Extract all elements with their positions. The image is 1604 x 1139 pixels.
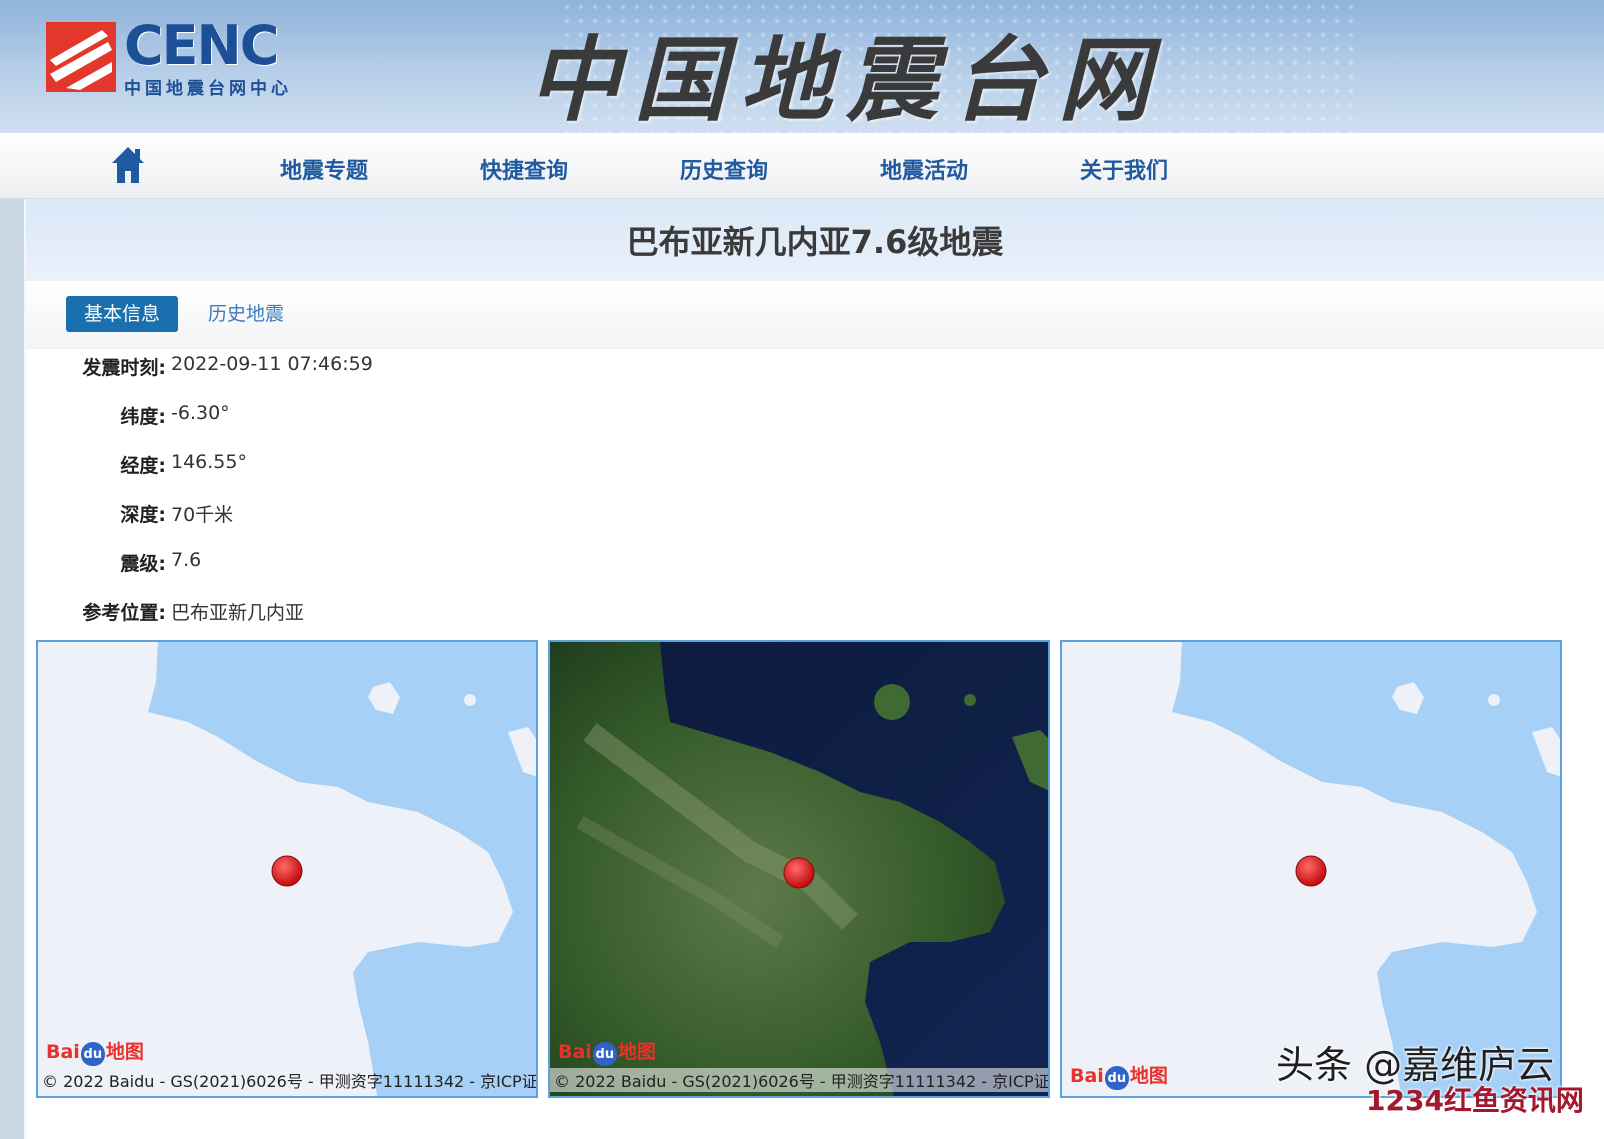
tab-basic-info[interactable]: 基本信息 bbox=[66, 296, 178, 332]
info-label: 参考位置: bbox=[82, 602, 166, 624]
info-row-depth: 深度: 70千米 bbox=[26, 500, 726, 530]
map-satellite-center[interactable]: Bai du 地图 © 2022 Baidu - GS(2021)6026号 - 甲… bbox=[548, 640, 1050, 1098]
baidu-logo[interactable]: Bai du 地图 bbox=[1070, 1061, 1168, 1090]
info-value: 2022-09-11 07:46:59 bbox=[171, 353, 373, 375]
baidu-logo[interactable]: Bai du 地图 bbox=[558, 1037, 656, 1066]
title-bar: 巴布亚新几内亚7.6级地震 bbox=[26, 199, 1604, 281]
map-road-left[interactable]: Bai du 地图 © 2022 Baidu - GS(2021)6026号 - 甲… bbox=[36, 640, 538, 1098]
info-row-longitude: 经度: 146.55° bbox=[26, 451, 726, 481]
tab-history-quakes[interactable]: 历史地震 bbox=[192, 296, 300, 332]
info-label: 经度: bbox=[120, 455, 166, 477]
info-label: 震级: bbox=[120, 553, 166, 575]
info-row-time: 发震时刻: 2022-09-11 07:46:59 bbox=[26, 353, 726, 383]
info-row-location: 参考位置: 巴布亚新几内亚 bbox=[26, 598, 726, 628]
info-value: 巴布亚新几内亚 bbox=[171, 602, 305, 624]
nav-item-activity[interactable]: 地震活动 bbox=[880, 153, 968, 185]
watermark-site: 1234红鱼资讯网 bbox=[1366, 1084, 1584, 1117]
home-icon[interactable] bbox=[110, 145, 146, 185]
cenc-logo[interactable]: CENC 中国地震台网中心 bbox=[46, 14, 292, 99]
info-row-magnitude: 震级: 7.6 bbox=[26, 549, 726, 579]
epicenter-marker[interactable] bbox=[270, 854, 304, 888]
epicenter-marker[interactable] bbox=[1294, 854, 1328, 888]
info-value: 7.6 bbox=[171, 549, 202, 571]
side-strip bbox=[0, 199, 24, 1139]
map-road-right[interactable]: Bai du 地图 bbox=[1060, 640, 1562, 1098]
header-banner: CENC 中国地震台网中心 中国地震台网 bbox=[0, 0, 1604, 133]
info-value: -6.30° bbox=[171, 402, 230, 424]
info-value: 70千米 bbox=[171, 504, 234, 526]
info-value: 146.55° bbox=[171, 451, 247, 473]
info-row-latitude: 纬度: -6.30° bbox=[26, 402, 726, 432]
map-copyright: © 2022 Baidu - GS(2021)6026号 - 甲测资字11111… bbox=[42, 1072, 538, 1091]
info-label: 深度: bbox=[120, 504, 166, 526]
page-title: 巴布亚新几内亚7.6级地震 bbox=[626, 223, 1004, 261]
epicenter-marker[interactable] bbox=[782, 856, 816, 890]
nav-item-history-query[interactable]: 历史查询 bbox=[680, 153, 768, 185]
tabs-bar: 基本信息 历史地震 bbox=[26, 281, 1604, 349]
logo-abbreviation: CENC bbox=[124, 14, 279, 77]
nav-item-topics[interactable]: 地震专题 bbox=[280, 153, 368, 185]
cenc-logo-icon bbox=[46, 22, 116, 92]
site-title: 中国地震台网 bbox=[528, 26, 1165, 133]
baidu-logo[interactable]: Bai du 地图 bbox=[46, 1037, 144, 1066]
nav-item-about[interactable]: 关于我们 bbox=[1080, 153, 1168, 185]
info-label: 纬度: bbox=[120, 406, 166, 428]
nav-item-quick-query[interactable]: 快捷查询 bbox=[480, 153, 568, 185]
map-copyright: © 2022 Baidu - GS(2021)6026号 - 甲测资字11111… bbox=[550, 1068, 1048, 1092]
main-content: 巴布亚新几内亚7.6级地震 基本信息 历史地震 发震时刻: 2022-09-11… bbox=[26, 199, 1604, 1139]
main-nav: 地震专题 快捷查询 历史查询 地震活动 关于我们 bbox=[0, 133, 1604, 199]
logo-subtitle: 中国地震台网中心 bbox=[124, 79, 292, 99]
info-label: 发震时刻: bbox=[82, 357, 166, 379]
